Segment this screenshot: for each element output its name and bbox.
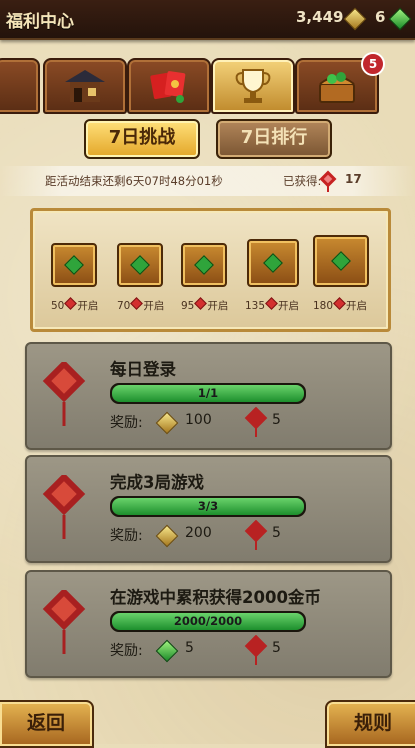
gem-icon [130,255,150,275]
chest-180[interactable] [313,235,369,287]
earned-label: 已获得: [283,174,322,188]
chinese-knot-icon [319,170,337,192]
gold-count: 3,449 [296,8,344,26]
tab-redpacket[interactable] [127,58,211,114]
countdown-text: 距活动结束还剩6天07时48分01秒 [45,174,223,188]
reward-label: 奖励: [110,528,143,544]
knot-amount: 5 [272,412,281,428]
reward-amount: 5 [185,640,194,656]
back-button[interactable]: 返回 [0,700,94,748]
earned-value: 17 [345,172,362,186]
knot-icon [265,297,278,310]
knot-icon [130,297,144,310]
progress-bar: 1/1 [110,383,306,404]
progress-bar: 2000/2000 [110,611,306,632]
tab-challenge[interactable] [211,58,295,114]
gem-icon [263,253,283,273]
knot-icon [194,297,208,310]
task-card: 在游戏中累积获得2000金币 2000/2000 奖励: 5 5 [25,570,392,678]
chest-label: 180 开启 [313,297,367,313]
seven-day-challenge-button[interactable]: 7日挑战 [84,119,200,159]
page-title: 福利中心 [6,12,74,32]
task-name: 在游戏中累积获得2000金币 [110,588,321,607]
progress-label: 1/1 [197,386,219,400]
chest-label: 70 开启 [117,297,164,313]
chinese-knot-icon [244,520,268,550]
chinese-knot-icon [244,635,268,665]
gem-count: 6 [375,8,386,26]
gold-gem-icon [155,524,179,548]
chest-135[interactable] [247,239,299,287]
red-envelope-icon [150,71,186,103]
trophy-icon [235,69,271,103]
gem-icon [331,251,351,271]
gem-icon [194,255,214,275]
chest-50[interactable] [51,243,97,287]
chinese-knot-icon [244,407,268,437]
green-gem-icon [155,639,179,663]
task-name: 每日登录 [110,360,176,379]
chest-label: 50 开启 [51,297,98,313]
rules-button[interactable]: 规则 [325,700,415,748]
treasure-chest-icon [319,72,355,103]
knot-icon [333,297,346,310]
notification-badge: 5 [361,52,385,76]
shop-icon [65,70,105,102]
gold-gem-icon [155,411,179,435]
task-card: 完成3局游戏 3/3 奖励: 200 5 [25,455,392,563]
gold-gem-icon [343,7,367,31]
progress-label: 3/3 [197,499,219,513]
chinese-knot-icon [42,475,86,539]
chest-rewards-panel: 50 开启 70 开启 95 开启 135 开启 180 开启 [30,208,391,332]
knot-icon [64,297,78,310]
countdown-strip: 距活动结束还剩6天07时48分01秒 已获得: 17 [0,166,415,196]
gem-icon [64,255,84,275]
chinese-knot-icon [42,362,86,426]
chest-95[interactable] [181,243,227,287]
tab-left-partial[interactable] [0,58,40,114]
reward-amount: 200 [185,525,212,541]
chest-70[interactable] [117,243,163,287]
chest-label: 95 开启 [181,297,228,313]
task-name: 完成3局游戏 [110,473,204,492]
knot-amount: 5 [272,640,281,656]
green-gem-icon [388,7,412,31]
progress-label: 2000/2000 [173,614,243,628]
reward-label: 奖励: [110,415,143,431]
seven-day-ranking-button[interactable]: 7日排行 [216,119,332,159]
reward-amount: 100 [185,412,212,428]
progress-bar: 3/3 [110,496,306,517]
chinese-knot-icon [42,590,86,654]
tab-shop[interactable] [43,58,127,114]
knot-amount: 5 [272,525,281,541]
task-card: 每日登录 1/1 奖励: 100 5 [25,342,392,450]
top-bar: 福利中心 3,449 6 [0,0,415,40]
reward-label: 奖励: [110,643,143,659]
chest-label: 135 开启 [245,297,299,313]
